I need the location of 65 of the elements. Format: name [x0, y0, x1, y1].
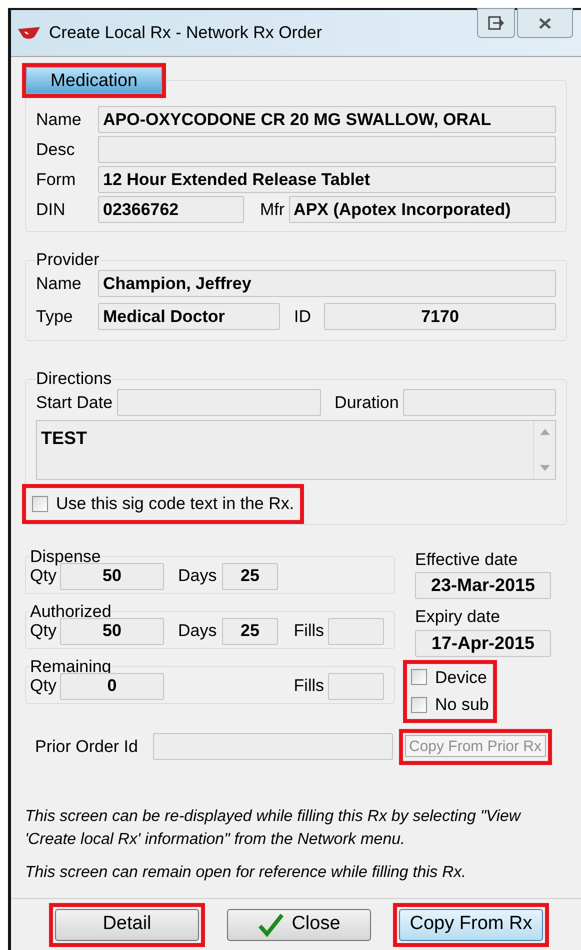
field-label: Days: [178, 565, 218, 588]
group-title: Provider: [36, 250, 100, 270]
checkbox-label: Use this sig code text in the Rx.: [56, 493, 294, 515]
scroll-up-icon: [540, 429, 550, 435]
text-field[interactable]: 50: [60, 618, 164, 644]
field-label: Name: [36, 108, 82, 131]
checkbox[interactable]: [32, 496, 48, 512]
text-field[interactable]: 25: [222, 618, 278, 644]
text-field[interactable]: [98, 136, 556, 163]
checkbox-label: Device: [435, 666, 487, 688]
field-label: DIN: [36, 198, 66, 221]
text-field[interactable]: [328, 618, 384, 644]
app-logo-icon: [17, 26, 41, 40]
text-field[interactable]: APO-OXYCODONE CR 20 MG SWALLOW, ORAL: [98, 106, 556, 133]
field-label: Duration: [334, 392, 399, 414]
close-dialog-button[interactable]: Close: [227, 908, 371, 940]
field-label: Qty: [30, 620, 58, 642]
info-note: This screen can remain open for reference while filling this Rx.: [25, 863, 468, 883]
text-field[interactable]: [328, 672, 384, 700]
section-header: Medication: [26, 67, 162, 94]
directions-text: TEST: [40, 427, 88, 450]
text-field[interactable]: 17-Apr-2015: [415, 630, 551, 656]
field-label: Qty: [30, 566, 58, 588]
close-icon: [538, 16, 552, 30]
text-field[interactable]: 25: [222, 562, 278, 590]
field-label: Start Date: [36, 392, 113, 414]
text-field[interactable]: 12 Hour Extended Release Tablet: [98, 166, 556, 193]
dialog-button[interactable]: Detail: [55, 908, 199, 940]
field-label: Name: [36, 272, 82, 295]
field-label: ID: [294, 306, 312, 328]
field-label: Type: [36, 306, 74, 328]
window-title: Create Local Rx - Network Rx Order: [49, 22, 322, 44]
field-label: Qty: [30, 675, 58, 698]
text-field[interactable]: 0: [60, 672, 164, 700]
field-label: Desc: [36, 138, 76, 161]
field-label: Form: [36, 168, 77, 191]
field-label: Mfr: [260, 198, 285, 221]
checkbox-label: No sub: [435, 694, 489, 716]
group-title: Directions: [36, 369, 112, 389]
text-field[interactable]: 02366762: [98, 196, 244, 223]
checkbox[interactable]: [411, 696, 427, 713]
directions-textarea[interactable]: TEST: [36, 420, 556, 480]
field-label: Fills: [294, 620, 324, 642]
field-label: Prior Order Id: [35, 736, 139, 758]
restore-button[interactable]: [477, 8, 515, 38]
info-note: This screen can be re-displayed while filling this Rx by selecting "View 'Create local Rx' information" from the Network menu.: [25, 807, 522, 850]
field-label: Fills: [294, 675, 324, 698]
field-label: Effective date: [415, 548, 519, 570]
text-field[interactable]: APX (Apotex Incorporated): [288, 196, 556, 223]
text-field[interactable]: 50: [60, 562, 164, 590]
close-button[interactable]: [517, 8, 573, 38]
checkbox[interactable]: [411, 669, 427, 686]
checkmark-icon: [258, 912, 284, 936]
text-field[interactable]: [153, 733, 393, 760]
text-field[interactable]: Medical Doctor: [98, 303, 280, 330]
text-field[interactable]: 7170: [324, 303, 556, 330]
text-field[interactable]: 23-Mar-2015: [415, 572, 551, 599]
text-field[interactable]: [402, 389, 556, 416]
field-label: Expiry date: [415, 606, 502, 628]
field-label: Days: [178, 620, 218, 642]
scroll-down-icon: [540, 465, 550, 471]
text-field[interactable]: [116, 389, 321, 416]
dialog-button[interactable]: Copy From Rx: [399, 908, 543, 940]
text-field[interactable]: Champion, Jeffrey: [98, 270, 556, 297]
restore-icon: [488, 16, 504, 30]
